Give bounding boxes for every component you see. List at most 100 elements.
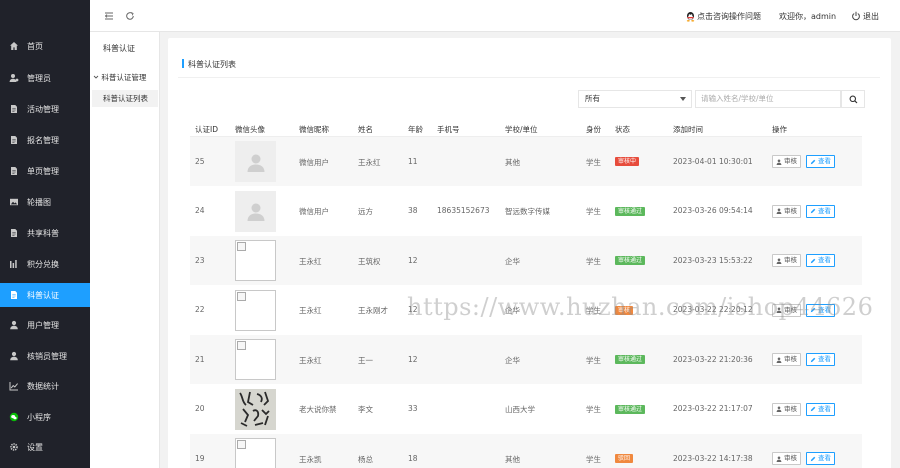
audit-label: 审核 [784,157,797,166]
edit-label: 查看 [818,355,831,364]
avatar-broken-image-icon [235,339,276,381]
column-header: 身份 [586,125,601,134]
menu-toggle-button[interactable] [103,10,115,22]
search-button[interactable] [841,90,865,108]
edit-button[interactable]: 查看 [806,402,835,416]
cell-nickname: 王永凯 [299,454,322,464]
search-input[interactable]: 请输入姓名/学校/单位 [695,90,841,108]
subnav-group-label: 科普认证管理 [101,73,147,82]
edit-button[interactable]: 查看 [806,303,835,317]
gear-icon [9,442,19,452]
cell-identity: 学生 [586,454,601,464]
cell-nickname: 微信用户 [299,207,329,217]
sidebar-item-10[interactable]: 核销员管理 [0,344,90,368]
user-icon [9,320,19,330]
subnav-group-cert-management[interactable]: 科普认证管理 [93,72,146,83]
card-header-divider [178,77,880,78]
edit-button[interactable]: 查看 [806,155,835,169]
audit-button[interactable]: 审核 [772,155,801,169]
pencil-icon [810,456,816,461]
status-badge: 审核 [615,305,634,315]
edit-button[interactable]: 查看 [806,452,835,466]
avatar-placeholder-icon [235,141,276,183]
sidebar-item-label: 首页 [27,41,43,51]
sidebar-item-3[interactable]: 报名管理 [0,128,90,152]
chevron-down-icon [93,73,99,82]
sidebar-item-13[interactable]: 设置 [0,435,90,459]
table-row [190,236,862,285]
welcome-text: 欢迎你，admin [779,12,837,21]
cell-name: 王永红 [358,157,381,167]
document-icon [9,135,19,145]
cell-id: 23 [195,255,205,265]
subnav-item-cert-list[interactable]: 科普认证列表 [92,90,158,107]
audit-label: 审核 [784,404,797,413]
line-chart-icon [9,381,19,391]
audit-button[interactable]: 审核 [772,254,801,268]
sidebar-item-9[interactable]: 用户管理 [0,313,90,337]
refresh-button[interactable] [124,10,136,22]
edit-button[interactable]: 查看 [806,254,835,268]
user-icon [776,208,782,215]
search-icon [849,95,857,103]
cell-school: 企华 [505,256,520,266]
user-icon [9,351,19,361]
home-icon [9,41,19,51]
cell-age: 33 [408,404,418,414]
audit-button[interactable]: 审核 [772,402,801,416]
pencil-icon [810,258,816,263]
cell-id: 22 [195,305,205,315]
sidebar-item-2[interactable]: 活动管理 [0,97,90,121]
sidebar-item-5[interactable]: 轮播图 [0,190,90,214]
sidebar-item-12[interactable]: 小程序 [0,405,90,429]
status-badge: 审核通过 [615,404,646,414]
image-icon [9,197,19,207]
document-icon [9,166,19,176]
pencil-icon [810,307,816,313]
column-header: 操作 [772,125,787,134]
cell-nickname: 王永红 [299,355,322,365]
consult-link[interactable]: 点击咨询操作问题 [697,11,761,22]
content-card: 科普认证列表 所有 请输入姓名/学校/单位 认证ID 微信头像 微信昵称 姓名 年龄 手机… [168,38,891,468]
edit-label: 查看 [818,157,831,166]
sidebar-item-7[interactable]: 积分兑换 [0,252,90,276]
audit-button[interactable]: 审核 [772,204,801,218]
edit-label: 查看 [818,454,831,463]
sidebar-item-6[interactable]: 共享科普 [0,221,90,245]
table-row [190,285,862,335]
status-filter-select[interactable]: 所有 [578,90,692,108]
cell-name: 李文 [358,405,373,415]
audit-button[interactable]: 审核 [772,353,801,367]
cell-age: 11 [408,156,418,166]
cell-school: 企华 [505,306,520,316]
sidebar-item-11[interactable]: 数据统计 [0,374,90,398]
admin-user-icon [9,73,19,83]
search-placeholder: 请输入姓名/学校/单位 [701,94,774,103]
audit-button[interactable]: 审核 [772,303,801,317]
logout-icon[interactable] [850,10,862,22]
cell-nickname: 老大说你禁 [299,405,337,415]
sidebar-item-label: 设置 [27,442,43,452]
edit-button[interactable]: 查看 [806,204,835,218]
sidebar-item-8[interactable]: 科普认证 [0,283,90,307]
sidebar-item-label: 报名管理 [27,135,59,145]
sidebar-item-0[interactable]: 首页 [0,34,90,58]
sidebar-item-label: 轮播图 [27,197,51,207]
sidebar-item-label: 数据统计 [27,381,59,391]
status-badge: 驳回 [615,454,634,464]
sidebar-item-1[interactable]: 管理员 [0,66,90,90]
cell-id: 25 [195,156,205,166]
logout-link[interactable]: 退出 [863,11,879,22]
sidebar-item-4[interactable]: 单页管理 [0,159,90,183]
cell-age: 12 [408,354,418,364]
card-header: 科普认证列表 [168,38,891,78]
qq-consult-icon[interactable] [684,10,696,22]
edit-button[interactable]: 查看 [806,353,835,367]
panel-title: 科普认证列表 [188,60,236,69]
cell-id: 19 [195,453,205,463]
avatar-broken-image-icon [235,438,276,468]
cell-age: 38 [408,206,418,216]
audit-button[interactable]: 审核 [772,452,801,466]
cell-identity: 学生 [586,256,601,266]
audit-label: 审核 [784,454,797,463]
